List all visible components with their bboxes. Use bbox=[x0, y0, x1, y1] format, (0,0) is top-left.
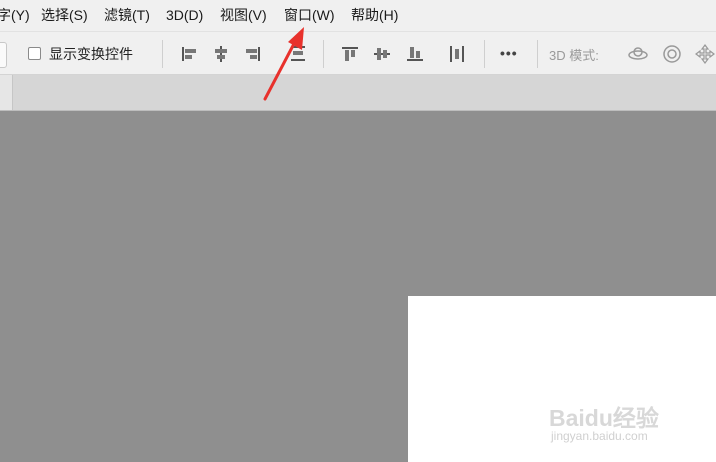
more-options-button[interactable]: ••• bbox=[500, 45, 518, 61]
separator bbox=[484, 40, 485, 68]
align-right-edges-icon[interactable] bbox=[241, 42, 265, 66]
document-tab[interactable] bbox=[0, 75, 13, 110]
menu-type[interactable]: 字(Y) bbox=[0, 7, 30, 24]
options-bar: 显示变换控件 ••• 3D 模式: bbox=[0, 31, 716, 75]
menu-help[interactable]: 帮助(H) bbox=[351, 7, 398, 24]
distribute-horizontal-icon[interactable] bbox=[445, 42, 469, 66]
watermark-sub: jingyan.baidu.com bbox=[551, 429, 648, 443]
menu-3d[interactable]: 3D(D) bbox=[166, 7, 203, 24]
separator bbox=[162, 40, 163, 68]
menu-filter[interactable]: 滤镜(T) bbox=[104, 7, 150, 24]
menu-select[interactable]: 选择(S) bbox=[41, 7, 88, 24]
menu-window[interactable]: 窗口(W) bbox=[284, 7, 335, 24]
distribute-vertical-icon[interactable] bbox=[286, 42, 310, 66]
roll-3d-icon[interactable] bbox=[660, 42, 684, 66]
watermark-text: Baidu经验 bbox=[549, 405, 659, 431]
separator bbox=[537, 40, 538, 68]
pan-3d-icon[interactable] bbox=[693, 42, 716, 66]
separator bbox=[323, 40, 324, 68]
align-vertical-centers-icon[interactable] bbox=[370, 42, 394, 66]
baidu-watermark: Baidu经验 jingyan.baidu.com bbox=[549, 399, 689, 449]
show-transform-controls-label[interactable]: 显示变换控件 bbox=[49, 44, 133, 64]
orbit-3d-icon[interactable] bbox=[626, 42, 650, 66]
align-left-edges-icon[interactable] bbox=[177, 42, 201, 66]
align-horizontal-centers-icon[interactable] bbox=[209, 42, 233, 66]
align-bottom-edges-icon[interactable] bbox=[403, 42, 427, 66]
menu-bar: 字(Y) 选择(S) 滤镜(T) 3D(D) 视图(V) 窗口(W) 帮助(H) bbox=[0, 0, 716, 31]
3d-mode-label: 3D 模式: bbox=[549, 48, 599, 63]
auto-select-dropdown[interactable] bbox=[0, 42, 7, 68]
document-tab-strip bbox=[0, 75, 716, 111]
align-top-edges-icon[interactable] bbox=[338, 42, 362, 66]
show-transform-controls-checkbox[interactable] bbox=[28, 47, 41, 60]
menu-view[interactable]: 视图(V) bbox=[220, 7, 267, 24]
